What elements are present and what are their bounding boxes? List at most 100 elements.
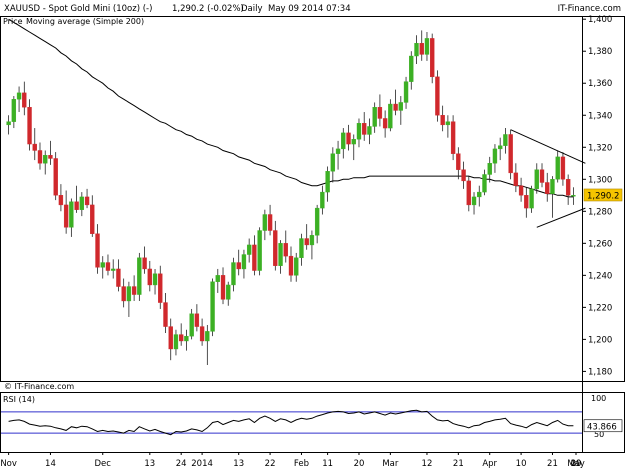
candle (84, 188, 90, 209)
x-tick-label: Apr (482, 459, 497, 469)
candle-body (346, 132, 351, 145)
candle-body (487, 163, 492, 175)
candle (513, 163, 519, 193)
candle (168, 318, 173, 361)
candle (393, 89, 398, 116)
candle-body (477, 191, 482, 198)
candle (252, 235, 257, 276)
x-tick-label: 24 (176, 459, 187, 469)
candle (267, 204, 273, 236)
candle-body (142, 257, 147, 270)
candle (299, 233, 304, 266)
candle-body (430, 38, 435, 78)
candle-body (152, 273, 158, 286)
candle-body (137, 257, 142, 295)
candle-body (372, 107, 377, 127)
candle (283, 230, 288, 263)
trendline (536, 207, 586, 228)
candle-body (16, 92, 22, 100)
candle (210, 278, 215, 337)
candle-body (299, 238, 304, 258)
candle (534, 163, 539, 194)
candle (220, 267, 226, 305)
candle-body (163, 302, 168, 327)
candle-body (273, 230, 278, 266)
candle-body (320, 191, 325, 209)
candle (58, 184, 64, 212)
candle-body (518, 185, 524, 196)
candle-body (158, 273, 163, 303)
candle-body (215, 275, 220, 282)
candle-body (424, 38, 430, 55)
candle (69, 198, 74, 237)
candle (430, 33, 435, 84)
candle-body (314, 207, 320, 236)
y-tick-label: 1,240 (588, 271, 612, 281)
candle-body (53, 158, 58, 196)
candle (241, 249, 247, 279)
candle (409, 51, 414, 90)
watermark: © IT-Finance.com (4, 382, 74, 391)
candle-body (461, 169, 466, 182)
candle (189, 308, 194, 340)
x-tick-label: 13 (144, 459, 155, 469)
candle (456, 147, 461, 180)
candle (116, 259, 121, 292)
candle (236, 249, 241, 276)
candle-body (471, 196, 477, 206)
candle (231, 257, 236, 292)
candle-body (79, 196, 85, 210)
candle (356, 118, 362, 148)
candle (16, 86, 22, 113)
candle-body (95, 233, 100, 268)
y-tick-label: 1,180 (588, 367, 612, 377)
candle (529, 185, 534, 213)
x-tick-label: 20 (354, 459, 365, 469)
y-tick-label: 1,340 (588, 111, 612, 121)
candle-body (492, 148, 498, 164)
candle-body (210, 281, 215, 332)
candle-body (450, 121, 456, 154)
candle (100, 256, 105, 279)
candle (508, 129, 513, 180)
candle (565, 174, 571, 205)
candle (377, 94, 383, 127)
rsi-value-label: 43.866 (587, 422, 617, 432)
candle-body (226, 284, 231, 300)
candle-body (309, 235, 315, 246)
candle (320, 185, 325, 215)
candle-body (513, 172, 519, 186)
candle-body (63, 204, 69, 228)
candle-body (220, 275, 226, 300)
candle (388, 99, 393, 132)
rsi-line (8, 409, 574, 436)
candle-body (529, 188, 534, 209)
candle-body (100, 262, 105, 268)
candle-body (367, 126, 372, 135)
candle-body (497, 145, 503, 150)
candle-body (199, 326, 205, 342)
candle (518, 177, 524, 202)
x-tick-label: 11 (322, 459, 333, 469)
candle-body (560, 156, 566, 180)
candle-body (524, 195, 529, 209)
candle-body (236, 262, 241, 270)
candle (288, 246, 294, 282)
candle-body (48, 155, 53, 159)
candle (398, 96, 404, 125)
candle-body (534, 169, 539, 190)
candle-body (262, 214, 268, 231)
candle-body (440, 115, 445, 126)
candle (152, 268, 158, 295)
candle-body (419, 43, 424, 55)
candle-body (22, 92, 27, 108)
candle (126, 281, 132, 317)
candle-body (445, 121, 451, 126)
candle-body (184, 335, 189, 342)
candle (466, 176, 471, 212)
candle-body (362, 123, 367, 135)
candle (257, 227, 262, 276)
candle-body (131, 286, 137, 295)
candle-body (90, 204, 95, 234)
candle (419, 30, 424, 61)
